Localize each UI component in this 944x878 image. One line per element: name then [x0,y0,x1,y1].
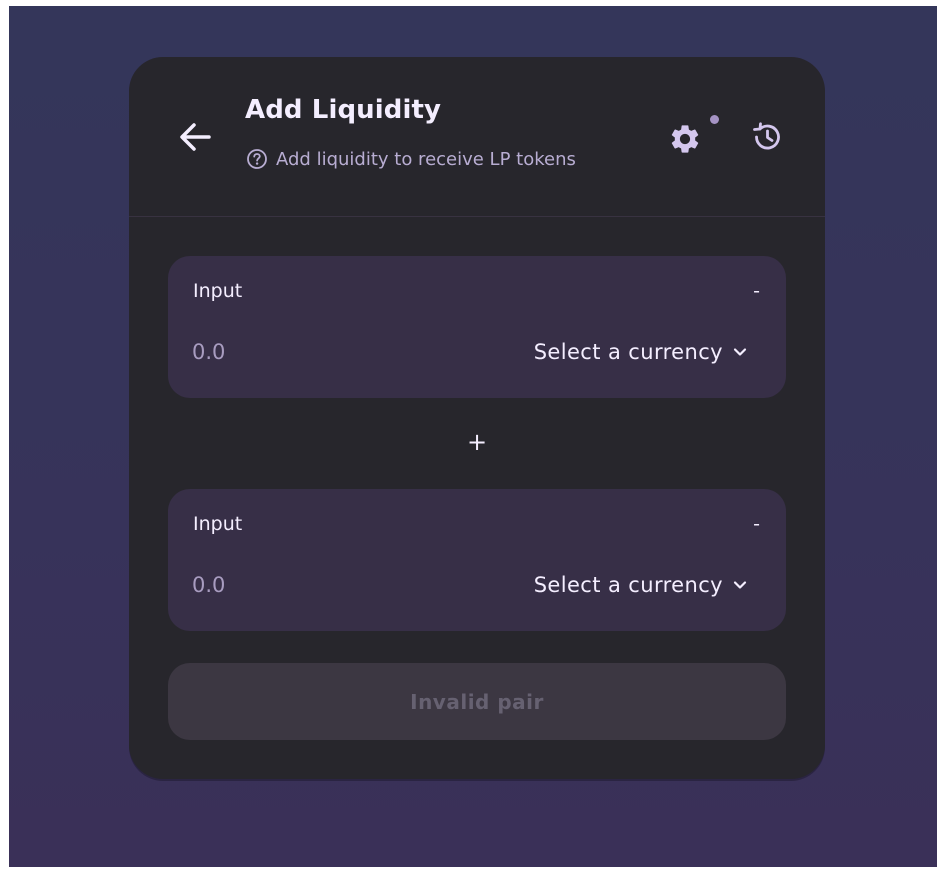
balance-value: - [753,280,760,302]
currency-select-label: Select a currency [533,340,723,364]
history-icon [750,120,784,154]
balance-value: - [753,513,760,535]
settings-indicator-dot [710,115,719,124]
input-label: Input [193,513,243,535]
amount-input[interactable] [192,573,442,597]
gear-icon [668,122,702,156]
history-button[interactable] [747,117,787,157]
currency-select-button[interactable]: Select a currency [534,573,748,597]
currency-input-panel-a: Input - Select a currency [168,256,786,398]
add-liquidity-card: Add Liquidity Add liquidity to receive L… [129,57,825,779]
plus-separator: + [467,428,488,456]
card-header: Add Liquidity Add liquidity to receive L… [129,57,825,217]
currency-input-panel-b: Input - Select a currency [168,489,786,631]
subtitle-text: Add liquidity to receive LP tokens [276,148,576,170]
amount-input[interactable] [192,340,442,364]
settings-button[interactable] [665,119,705,159]
chevron-down-icon [732,344,748,360]
arrow-left-icon [177,119,213,155]
currency-select-button[interactable]: Select a currency [534,340,748,364]
input-label: Input [193,280,243,302]
invalid-pair-button[interactable]: Invalid pair [168,663,786,740]
chevron-down-icon [732,577,748,593]
help-circle-icon[interactable] [246,148,268,170]
page-subtitle: Add liquidity to receive LP tokens [246,148,576,170]
page-title: Add Liquidity [245,95,442,125]
currency-select-label: Select a currency [533,573,723,597]
back-button[interactable] [173,115,217,159]
